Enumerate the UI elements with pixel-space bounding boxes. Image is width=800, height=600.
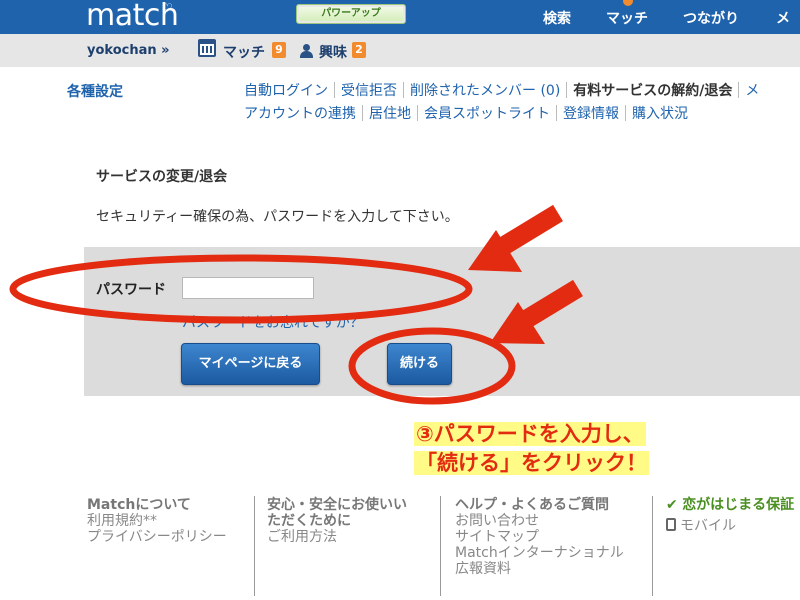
settings-cancel-service[interactable]: 有料サービスの解約/退会 xyxy=(573,80,732,100)
match-link[interactable]: マッチ xyxy=(223,42,265,62)
footer-divider xyxy=(254,496,255,596)
notification-dot xyxy=(623,0,633,6)
callout-line-1: ③パスワードを入力し、 xyxy=(414,422,646,446)
footer-safety: 安心・安全にお使いい ただくために ご利用方法 xyxy=(267,497,407,545)
password-input[interactable] xyxy=(182,277,314,299)
settings-registration-info[interactable]: 登録情報 xyxy=(563,103,619,123)
settings-purchase-status[interactable]: 購入状況 xyxy=(632,103,688,123)
settings-block-list[interactable]: 受信拒否 xyxy=(341,80,397,100)
footer-guarantee-link[interactable]: 恋がはじまる保証 xyxy=(682,497,794,513)
footer-guarantee: ✔ 恋がはじまる保証 モバイル xyxy=(666,497,794,534)
settings-nav-row-2: アカウントの連携 居住地 会員スポットライト 登録情報 購入状況 xyxy=(244,103,688,123)
settings-title: 各種設定 xyxy=(67,84,123,100)
footer-international-link[interactable]: Matchインターナショナル xyxy=(455,545,624,561)
settings-nav-row-1: 自動ログイン 受信拒否 削除されたメンバー (0) 有料サービスの解約/退会 メ xyxy=(244,80,759,100)
interest-count-badge: 2 xyxy=(352,42,366,58)
instruction-callout: ③パスワードを入力し、 「続ける」をクリック！ xyxy=(414,420,694,478)
footer-privacy-link[interactable]: プライバシーポリシー xyxy=(87,529,227,545)
mobile-phone-icon xyxy=(666,518,676,531)
footer-about: Matchについて 利用規約** プライバシーポリシー xyxy=(87,497,227,545)
footer-safety-heading-2[interactable]: ただくために xyxy=(267,513,407,529)
instruction-text: セキュリティー確保の為、パスワードを入力して下さい。 xyxy=(96,209,459,225)
footer-mobile-link[interactable]: モバイル xyxy=(680,518,736,534)
footer-help: ヘルプ・よくあるご質問 お問い合わせ サイトマップ Matchインターナショナル… xyxy=(455,497,624,577)
continue-button[interactable]: 続ける xyxy=(387,343,452,385)
match-count-badge: 9 xyxy=(272,42,286,58)
sub-header: yokochan » マッチ 9 興味 2 xyxy=(0,34,800,67)
back-to-mypage-button[interactable]: マイページに戻る xyxy=(181,343,320,385)
footer-terms-link[interactable]: 利用規約** xyxy=(87,513,227,529)
settings-more[interactable]: メ xyxy=(745,80,759,100)
calendar-icon xyxy=(198,39,216,57)
top-header: match ♡ パワーアップ 検索 マッチ つながり メッ xyxy=(0,0,800,47)
settings-account-link[interactable]: アカウントの連携 xyxy=(244,103,356,123)
settings-deleted-members[interactable]: 削除されたメンバー (0) xyxy=(410,80,560,100)
interest-link[interactable]: 興味 xyxy=(319,42,347,62)
footer-divider xyxy=(652,496,653,596)
footer-divider xyxy=(440,496,441,596)
password-label: パスワード xyxy=(96,282,166,298)
footer-contact-link[interactable]: お問い合わせ xyxy=(455,513,624,529)
heart-icon: ♡ xyxy=(162,1,173,15)
footer-about-heading: Matchについて xyxy=(87,497,191,513)
checkmark-icon: ✔ xyxy=(666,497,678,513)
nav-search[interactable]: 検索 xyxy=(543,8,571,28)
username-link[interactable]: yokochan » xyxy=(87,43,170,58)
nav-match[interactable]: マッチ xyxy=(606,8,648,28)
person-icon xyxy=(299,44,315,58)
settings-spotlight[interactable]: 会員スポットライト xyxy=(424,103,550,123)
footer-help-heading[interactable]: ヘルプ・よくあるご質問 xyxy=(455,497,624,513)
callout-line-2: 「続ける」をクリック！ xyxy=(414,451,649,475)
footer-press-link[interactable]: 広報資料 xyxy=(455,561,624,577)
footer-howto-link[interactable]: ご利用方法 xyxy=(267,529,407,545)
footer-safety-heading-1[interactable]: 安心・安全にお使いい xyxy=(267,497,407,513)
section-title: サービスの変更/退会 xyxy=(96,169,228,185)
powerup-button[interactable]: パワーアップ xyxy=(296,4,406,24)
nav-connections[interactable]: つながり xyxy=(683,8,739,28)
settings-residence[interactable]: 居住地 xyxy=(369,103,411,123)
footer-sitemap-link[interactable]: サイトマップ xyxy=(455,529,624,545)
forgot-password-link[interactable]: パスワードをお忘れですか？ xyxy=(182,312,364,332)
settings-auto-login[interactable]: 自動ログイン xyxy=(244,80,328,100)
